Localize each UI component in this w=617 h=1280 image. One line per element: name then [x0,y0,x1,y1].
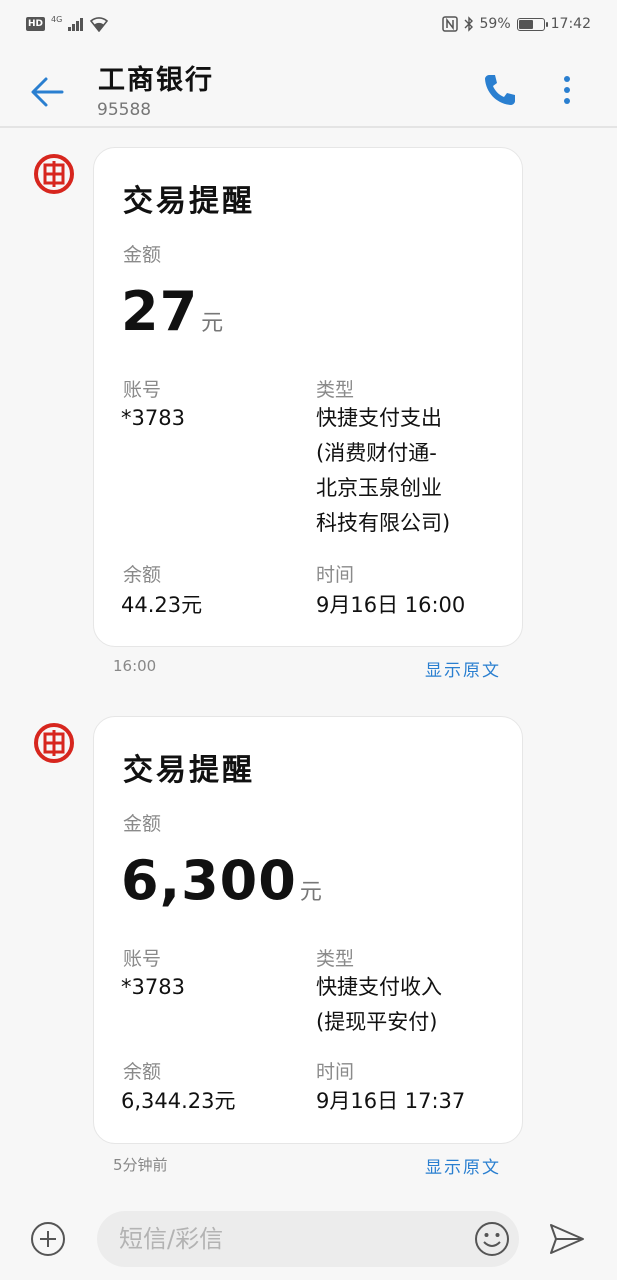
card-title: 交易提醒 [123,753,255,788]
contact-name: 工商银行 [98,65,214,96]
status-right: 59% 17:42 [441,16,591,32]
phone-icon[interactable] [480,70,520,110]
show-original-link[interactable]: 显示原文 [425,656,501,681]
type-value: 快捷支付支出 (消费财付通- 北京玉泉创业 科技有限公司) [316,406,451,535]
balance-label: 余额 [123,1061,162,1083]
message-timestamp: 5分钟前 [113,1156,168,1174]
amount-label: 金额 [123,813,162,835]
balance-label: 余额 [123,564,162,586]
type-label: 类型 [316,948,355,970]
time-value: 9月16日 17:37 [316,1089,466,1113]
account-label: 账号 [123,948,162,970]
send-icon[interactable] [548,1221,586,1257]
add-attachment-icon[interactable] [30,1221,66,1257]
type-label: 类型 [316,379,355,401]
message-item: 交易提醒 金额 6,300 元 账号 *3783 类型 快捷支付收入 (提现平安付… [0,716,617,1186]
type-value: 快捷支付收入 (提现平安付) [316,975,442,1034]
hd-badge: HD [26,17,46,31]
composer-bar [0,1205,617,1275]
show-original-link[interactable]: 显示原文 [425,1153,501,1178]
conversation-header: 工商银行 95588 [0,48,617,128]
signal-icon [68,17,84,31]
amount-value: 27 元 [121,280,225,343]
time-label: 时间 [316,1061,355,1083]
status-left: HD 4G [26,14,109,32]
account-label: 账号 [123,379,162,401]
contact-number: 95588 [97,100,152,120]
message-timestamp: 16:00 [113,657,157,675]
message-card[interactable]: 交易提醒 金额 27 元 账号 *3783 类型 快捷支付支出 (消费财付通- 北… [93,147,523,647]
amount-label: 金额 [123,244,162,266]
battery-percent: 59% [479,16,511,32]
message-card[interactable]: 交易提醒 金额 6,300 元 账号 *3783 类型 快捷支付收入 (提现平安付… [93,716,523,1144]
time-value: 9月16日 16:00 [316,593,466,617]
emoji-icon[interactable] [474,1221,510,1257]
account-value: *3783 [121,975,185,999]
balance-value: 6,344.23元 [121,1089,236,1113]
account-value: *3783 [121,406,185,430]
card-title: 交易提醒 [123,184,255,219]
message-item: 交易提醒 金额 27 元 账号 *3783 类型 快捷支付支出 (消费财付通- 北… [0,147,617,687]
amount-value: 6,300 元 [121,849,323,912]
nfc-icon [441,16,458,32]
battery-icon [516,17,548,31]
clock: 17:42 [550,16,591,32]
bluetooth-icon [464,16,473,32]
icbc-logo-icon [34,154,74,194]
status-bar: HD 4G 59% 17:42 [0,0,617,48]
icbc-logo-icon [34,723,74,763]
more-options-icon[interactable] [552,70,582,110]
message-input[interactable] [97,1211,519,1267]
wifi-icon [90,17,109,32]
balance-value: 44.23元 [121,593,203,617]
network-type: 4G [51,14,63,24]
back-arrow-icon[interactable] [26,70,70,114]
time-label: 时间 [316,564,355,586]
